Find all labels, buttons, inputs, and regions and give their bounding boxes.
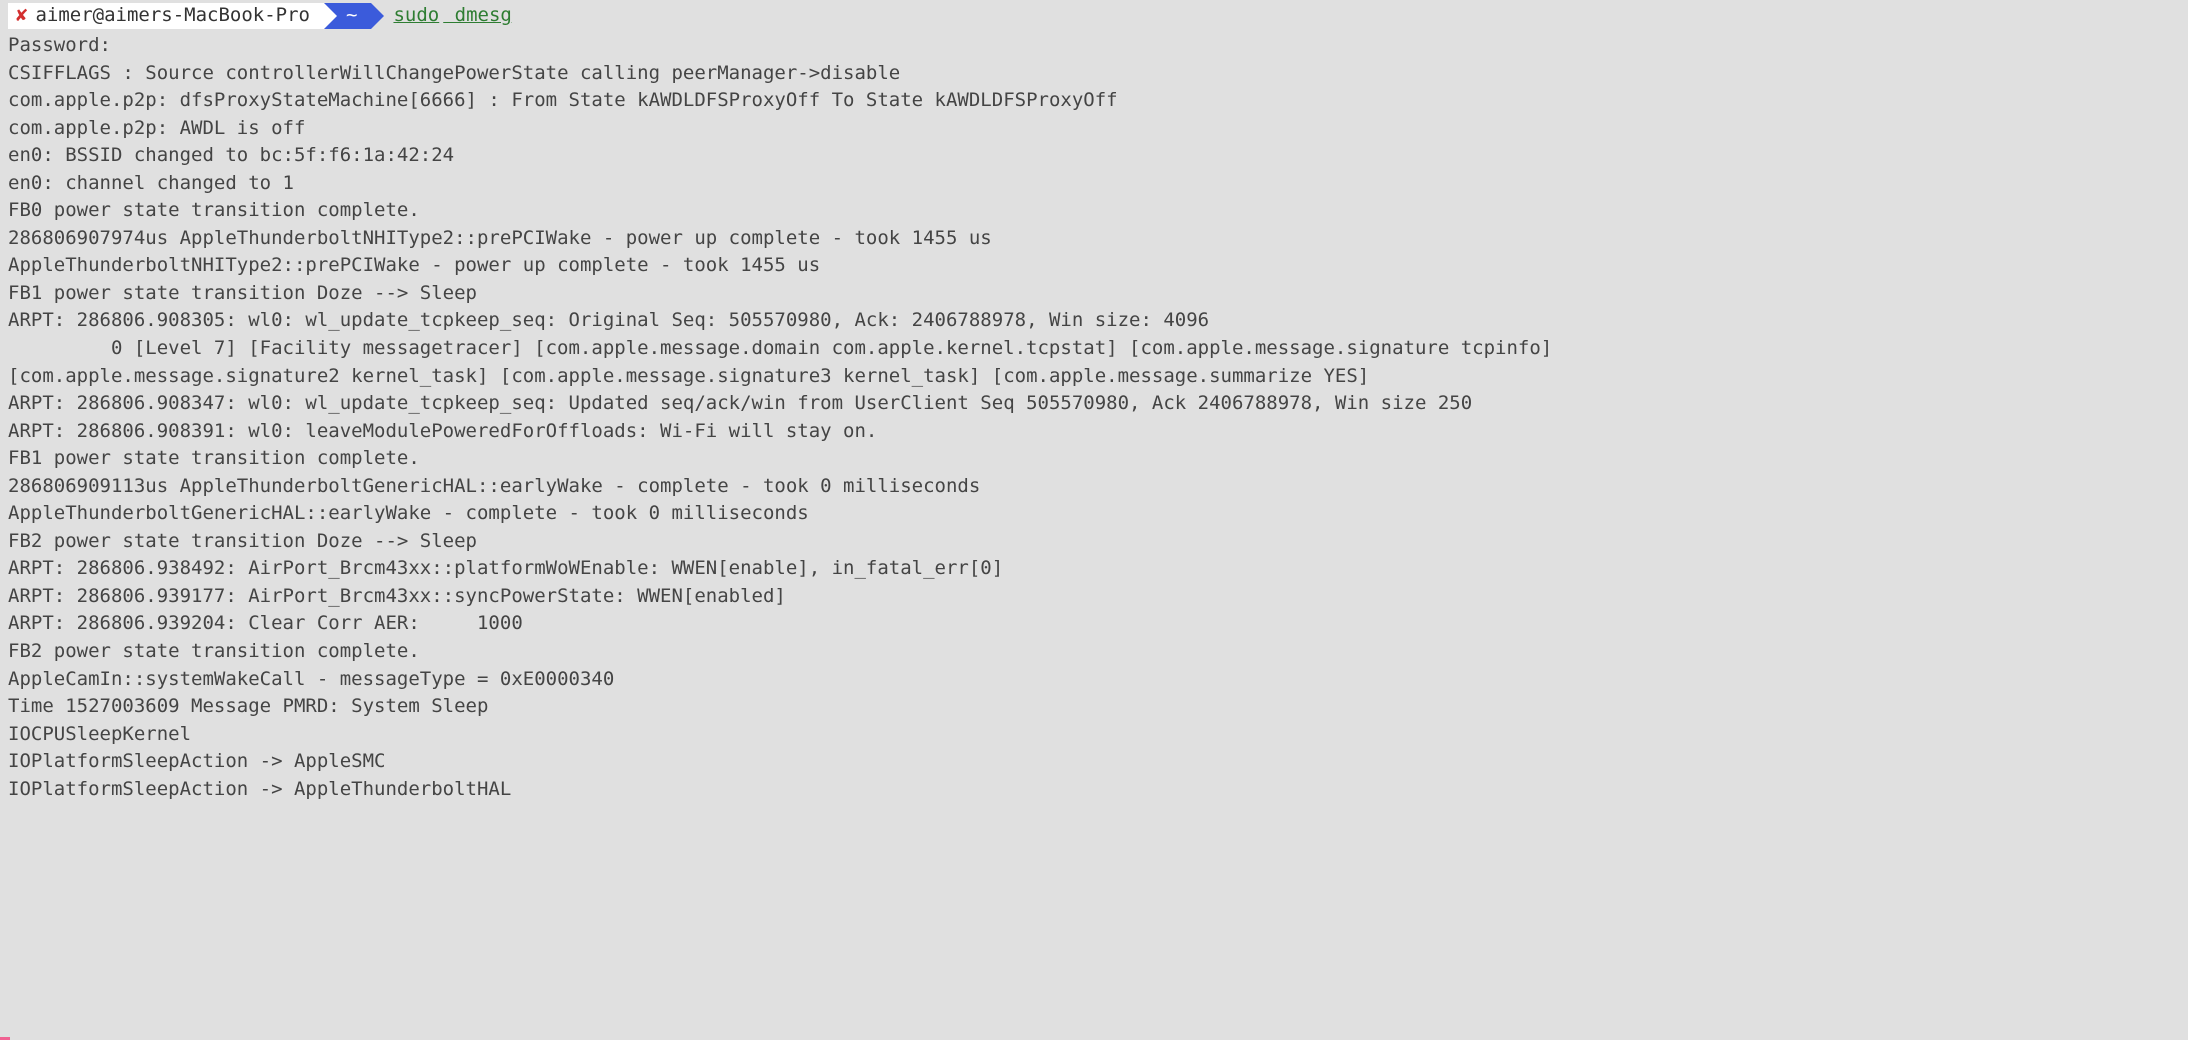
terminal[interactable]: ✘ aimer@aimers-MacBook-Pro ~ sudo dmesg … (0, 0, 2188, 811)
output-line: ARPT: 286806.908347: wl0: wl_update_tcpk… (8, 390, 2180, 418)
prompt-line: ✘ aimer@aimers-MacBook-Pro ~ sudo dmesg (8, 2, 2180, 30)
output-line: ARPT: 286806.939177: AirPort_Brcm43xx::s… (8, 583, 2180, 611)
output-line: com.apple.p2p: AWDL is off (8, 115, 2180, 143)
output-line: 286806909113us AppleThunderboltGenericHA… (8, 473, 2180, 501)
output-line: FB2 power state transition Doze --> Slee… (8, 528, 2180, 556)
output-line: IOCPUSleepKernel (8, 721, 2180, 749)
output-line: 286806907974us AppleThunderboltNHIType2:… (8, 225, 2180, 253)
status-error-icon: ✘ (16, 2, 27, 30)
output-line: ARPT: 286806.939204: Clear Corr AER: 100… (8, 610, 2180, 638)
output-line: FB1 power state transition Doze --> Slee… (8, 280, 2180, 308)
prompt-host-text: aimer@aimers-MacBook-Pro (35, 2, 310, 30)
output-line: 0 [Level 7] [Facility messagetracer] [co… (8, 335, 2180, 363)
output-line: FB1 power state transition complete. (8, 445, 2180, 473)
prompt-path-text: ~ (346, 2, 357, 30)
output-line: ARPT: 286806.938492: AirPort_Brcm43xx::p… (8, 555, 2180, 583)
output-line: en0: channel changed to 1 (8, 170, 2180, 198)
output-line: CSIFFLAGS : Source controllerWillChangeP… (8, 60, 2180, 88)
command-sudo: sudo (393, 4, 439, 26)
output-line: FB0 power state transition complete. (8, 197, 2180, 225)
output-line: com.apple.p2p: dfsProxyStateMachine[6666… (8, 87, 2180, 115)
prompt-segment-host: ✘ aimer@aimers-MacBook-Pro (8, 3, 324, 29)
terminal-output[interactable]: Password:CSIFFLAGS : Source controllerWi… (8, 32, 2180, 803)
output-line: en0: BSSID changed to bc:5f:f6:1a:42:24 (8, 142, 2180, 170)
output-line: FB2 power state transition complete. (8, 638, 2180, 666)
output-line: [com.apple.message.signature2 kernel_tas… (8, 363, 2180, 391)
prompt-command[interactable]: sudo dmesg (393, 2, 511, 30)
output-line: ARPT: 286806.908305: wl0: wl_update_tcpk… (8, 307, 2180, 335)
output-line: IOPlatformSleepAction -> AppleSMC (8, 748, 2180, 776)
output-line: AppleThunderboltGenericHAL::earlyWake - … (8, 500, 2180, 528)
output-line: Time 1527003609 Message PMRD: System Sle… (8, 693, 2180, 721)
output-line: AppleCamIn::systemWakeCall - messageType… (8, 666, 2180, 694)
output-line: IOPlatformSleepAction -> AppleThunderbol… (8, 776, 2180, 804)
output-line: AppleThunderboltNHIType2::prePCIWake - p… (8, 252, 2180, 280)
output-line: Password: (8, 32, 2180, 60)
command-rest: dmesg (443, 4, 512, 26)
output-line: ARPT: 286806.908391: wl0: leaveModulePow… (8, 418, 2180, 446)
